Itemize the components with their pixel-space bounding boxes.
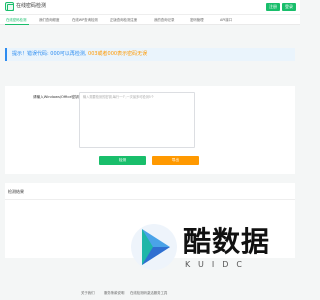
- app-title: 在线密码检测: [16, 3, 47, 9]
- tab-password-check[interactable]: 在线密码检测: [6, 17, 26, 23]
- active-tab-indicator: [5, 24, 29, 25]
- footer-link-terms[interactable]: 服务条款说明: [104, 290, 124, 296]
- nav-tabs: 在线密码检测 我们查询频度 在线WP查询检测 正版查询检测注册 我的查询记录 密…: [0, 14, 300, 25]
- watermark-text: 酷数据: [183, 225, 271, 258]
- top-header: 在线密码检测 注册 登录: [0, 0, 300, 14]
- tab-my-records[interactable]: 我的查询记录: [154, 17, 174, 23]
- tab-genuine-check[interactable]: 正版查询检测注册: [110, 17, 137, 23]
- result-title: 检测结果: [8, 189, 24, 194]
- app-logo-icon: [5, 2, 14, 11]
- check-button[interactable]: 检测: [99, 156, 146, 165]
- notice-info: 提示！错误代码: 000可以再检测,: [12, 51, 87, 57]
- tab-query-frequency[interactable]: 我们查询频度: [39, 17, 59, 23]
- tab-api[interactable]: API接口: [220, 17, 232, 23]
- result-divider: [5, 199, 295, 200]
- register-button[interactable]: 注册: [266, 3, 280, 11]
- key-field-label: 请输入Windows/Office密钥: [33, 95, 79, 99]
- login-button[interactable]: 登录: [282, 3, 296, 11]
- watermark-subtext: KUIDC: [185, 260, 250, 269]
- footer-link-tool[interactable]: 在线检测码激活服务工具: [130, 290, 167, 296]
- tab-wp-check[interactable]: 在线WP查询检测: [72, 17, 98, 23]
- watermark-play-icon: [131, 224, 177, 270]
- footer: 关于我们 服务条款说明 在线检测码激活服务工具: [0, 286, 300, 300]
- export-button[interactable]: 导出: [152, 156, 199, 165]
- key-check-form: 请输入Windows/Office密钥 检测 导出: [5, 86, 295, 174]
- tab-password-manage[interactable]: 密码管理: [190, 17, 204, 23]
- notice-text: 提示！错误代码: 000可以再检测, 003或者000表示密码无误: [12, 51, 147, 58]
- notice-warning: 003或者000表示密码无误: [86, 51, 148, 57]
- notice-banner: 提示！错误代码: 000可以再检测, 003或者000表示密码无误: [5, 48, 295, 61]
- footer-link-about[interactable]: 关于我们: [81, 290, 95, 296]
- key-input[interactable]: [79, 92, 195, 148]
- watermark-logo: 酷数据 KUIDC: [129, 222, 299, 274]
